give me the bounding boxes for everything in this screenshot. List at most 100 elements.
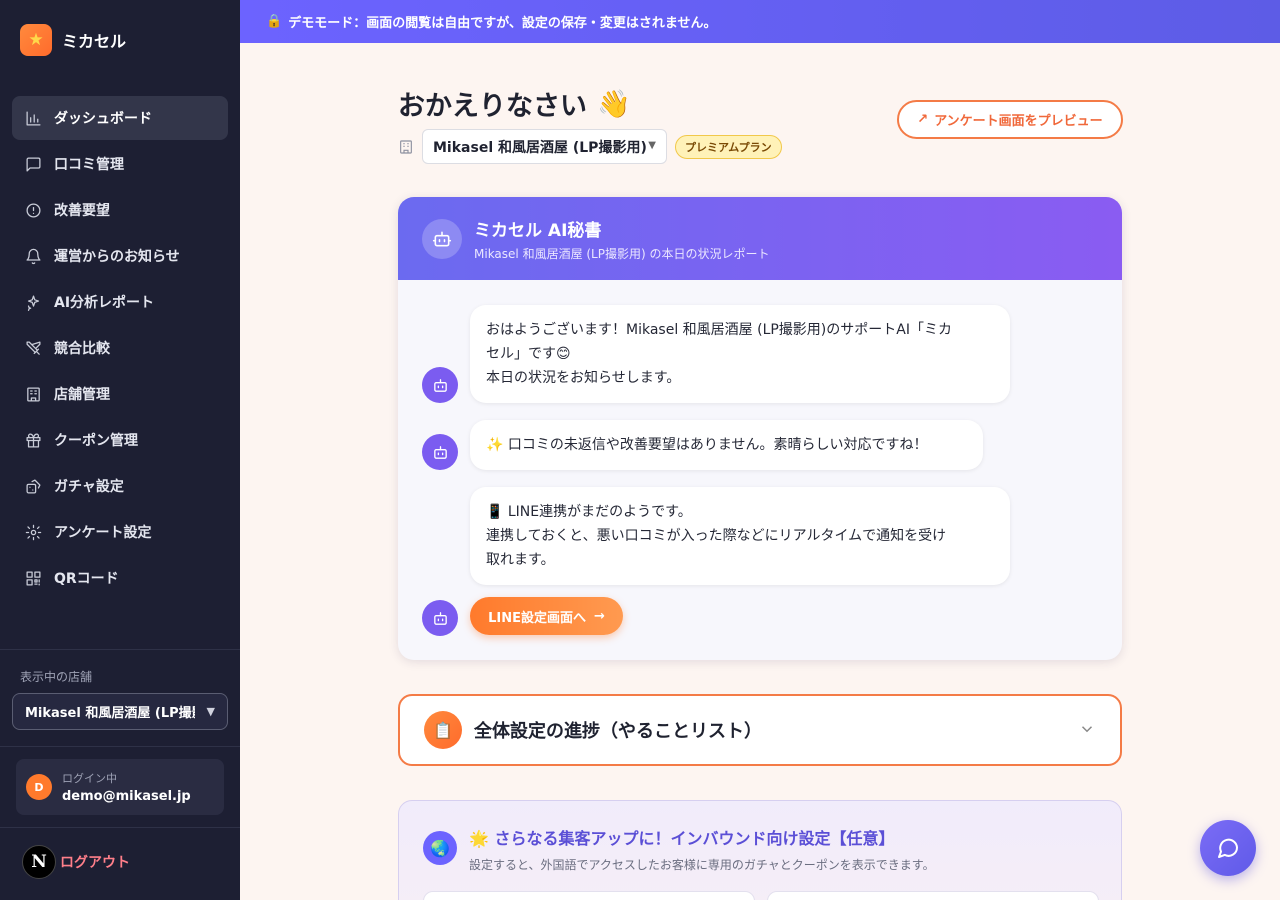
sidebar-item-gacha[interactable]: ガチャ設定	[12, 464, 228, 508]
chat-message: ✨ 口コミの未返信や改善要望はありません。素晴らしい対応ですね！	[470, 420, 983, 470]
sidebar-item-label: ダッシュボード	[54, 111, 152, 127]
user-email: demo@mikasel.jp	[62, 789, 191, 804]
demo-mode-banner: 🔒 デモモード：画面の閲覧は自由ですが、設定の保存・変更はされません。	[240, 0, 1280, 43]
clipboard-icon: 📋	[424, 711, 462, 749]
divider	[0, 649, 240, 650]
sidebar-item-requests[interactable]: 改善要望	[12, 188, 228, 232]
brand[interactable]: ★ ミカセル	[20, 24, 126, 56]
message-line: おはようございます！Mikasel 和風居酒屋 (LP撮影用)のサポートAI「ミ…	[486, 322, 952, 338]
robot-icon	[422, 367, 458, 403]
login-status: ログイン中	[62, 772, 117, 785]
chat-message: おはようございます！Mikasel 和風居酒屋 (LP撮影用)のサポートAI「ミ…	[470, 305, 1010, 403]
alert-circle-icon	[24, 201, 42, 219]
sidebar-item-label: クーポン管理	[54, 433, 138, 449]
robot-icon	[422, 434, 458, 470]
sidebar-store-select[interactable]: Mikasel 和風居酒屋 (LP撮影 ▼	[12, 693, 228, 730]
sidebar-item-label: QRコード	[54, 571, 119, 587]
banner-text: デモモード：画面の閲覧は自由ですが、設定の保存・変更はされません。	[288, 16, 717, 31]
globe-icon: 🌏	[423, 831, 457, 865]
store-select-value: Mikasel 和風居酒屋 (LP撮影	[25, 706, 195, 721]
logout-label: ログアウト	[60, 855, 130, 871]
star-icon: ★	[20, 24, 52, 56]
sidebar-item-label: 店舗管理	[54, 387, 110, 403]
sidebar-item-reviews[interactable]: 口コミ管理	[12, 142, 228, 186]
sidebar-item-qrcode[interactable]: QRコード	[12, 556, 228, 600]
preview-button-label: アンケート画面をプレビュー	[934, 114, 1103, 129]
robot-icon	[422, 218, 462, 259]
gear-icon	[24, 523, 42, 541]
sidebar-item-competitors[interactable]: 競合比較	[12, 326, 228, 370]
building-icon	[24, 385, 42, 403]
store-dropdown[interactable]: Mikasel 和風居酒屋 (LP撮影用) ▼	[422, 129, 667, 164]
sidebar-item-label: ガチャ設定	[54, 479, 124, 495]
plan-badge: プレミアムプラン	[675, 134, 782, 159]
store-row: Mikasel 和風居酒屋 (LP撮影用) ▼ プレミアムプラン	[398, 129, 782, 164]
sidebar-item-coupons[interactable]: クーポン管理	[12, 418, 228, 462]
inbound-settings-card: 🌏 🌟 さらなる集客アップに！インバウンド向け設定【任意】 設定すると、外国語で…	[398, 800, 1122, 900]
message-square-icon	[24, 155, 42, 173]
line-button-label: LINE設定画面へ	[488, 610, 586, 626]
ai-card-header: ミカセル AI秘書 Mikasel 和風居酒屋 (LP撮影用) の本日の状況レポ…	[398, 197, 1122, 280]
app-name: ミカセル	[62, 32, 127, 51]
bell-icon	[24, 247, 42, 265]
sidebar-item-dashboard[interactable]: ダッシュボード	[12, 96, 228, 140]
inbound-subtitle: 設定すると、外国語でアクセスしたお客様に専用のガチャとクーポンを表示できます。	[469, 858, 935, 872]
chevron-down-icon: ▼	[206, 705, 215, 718]
message-line: 連携しておくと、悪い口コミが入った際などにリアルタイムで通知を受け	[486, 528, 947, 544]
inbound-option-card[interactable]	[423, 891, 755, 900]
page-title: おかえりなさい 👋	[398, 84, 631, 123]
ai-card-title: ミカセル AI秘書	[474, 220, 602, 241]
sidebar-item-survey[interactable]: アンケート設定	[12, 510, 228, 554]
sidebar-item-stores[interactable]: 店舗管理	[12, 372, 228, 416]
swords-icon	[24, 339, 42, 357]
user-box: D ログイン中 demo@mikasel.jp	[16, 759, 224, 815]
message-line: セル」です😊	[486, 346, 571, 362]
dice-icon	[24, 477, 42, 495]
sparkles-icon	[24, 293, 42, 311]
setup-progress-card[interactable]: 📋 全体設定の進捗（やることリスト）	[398, 694, 1122, 766]
chevron-down-icon[interactable]	[1078, 720, 1098, 740]
external-link-icon: ↗	[917, 112, 929, 127]
lock-icon: 🔒	[266, 14, 283, 29]
message-line: 取れます。	[486, 552, 555, 568]
sidebar-nav: ダッシュボード 口コミ管理 改善要望 運営からのお知らせ AI分析レポート 競合…	[12, 96, 228, 602]
arrow-right-icon: →	[593, 608, 605, 624]
ai-card-subtitle: Mikasel 和風居酒屋 (LP撮影用) の本日の状況レポート	[474, 246, 770, 261]
chevron-down-icon: ▼	[648, 140, 656, 151]
ai-assistant-card: ミカセル AI秘書 Mikasel 和風居酒屋 (LP撮影用) の本日の状況レポ…	[398, 197, 1122, 660]
progress-title: 全体設定の進捗（やることリスト）	[474, 721, 762, 742]
chat-bubble-icon	[1218, 838, 1238, 858]
store-dropdown-value: Mikasel 和風居酒屋 (LP撮影用)	[433, 139, 647, 156]
sidebar-item-ai-report[interactable]: AI分析レポート	[12, 280, 228, 324]
gift-icon	[24, 431, 42, 449]
logout-button[interactable]: N ログアウト	[22, 845, 130, 879]
building-icon	[398, 139, 414, 155]
sidebar: ★ ミカセル ダッシュボード 口コミ管理 改善要望 運営からのお知らせ AI分析…	[0, 0, 240, 900]
message-line: 📱 LINE連携がまだのようです。	[486, 504, 692, 520]
sidebar-item-label: 改善要望	[54, 203, 110, 219]
waving-hand-icon: 👋	[597, 88, 631, 120]
chat-button[interactable]	[1200, 820, 1256, 876]
avatar: D	[26, 774, 52, 800]
message-line: ✨ 口コミの未返信や改善要望はありません。素晴らしい対応ですね！	[486, 437, 928, 453]
sidebar-item-label: 運営からのお知らせ	[54, 249, 180, 265]
sidebar-item-notices[interactable]: 運営からのお知らせ	[12, 234, 228, 278]
chart-bar-icon	[24, 109, 42, 127]
sidebar-item-label: 競合比較	[54, 341, 110, 357]
robot-icon	[422, 600, 458, 636]
inbound-title: 🌟 さらなる集客アップに！インバウンド向け設定【任意】	[469, 829, 895, 848]
preview-survey-button[interactable]: ↗ アンケート画面をプレビュー	[897, 100, 1123, 139]
inbound-option-card[interactable]	[767, 891, 1099, 900]
divider	[0, 746, 240, 747]
qr-code-icon	[24, 569, 42, 587]
divider	[0, 827, 240, 828]
message-line: 本日の状況をお知らせします。	[486, 370, 681, 386]
sidebar-item-label: 口コミ管理	[54, 157, 124, 173]
chat-message: 📱 LINE連携がまだのようです。 連携しておくと、悪い口コミが入った際などにリ…	[470, 487, 1010, 585]
sidebar-item-label: アンケート設定	[54, 525, 152, 541]
store-select-label: 表示中の店舗	[20, 670, 93, 684]
n-badge-icon[interactable]: N	[22, 845, 56, 879]
sidebar-item-label: AI分析レポート	[54, 295, 155, 311]
line-settings-button[interactable]: LINE設定画面へ →	[470, 597, 623, 635]
greeting-text: おかえりなさい	[398, 91, 587, 122]
